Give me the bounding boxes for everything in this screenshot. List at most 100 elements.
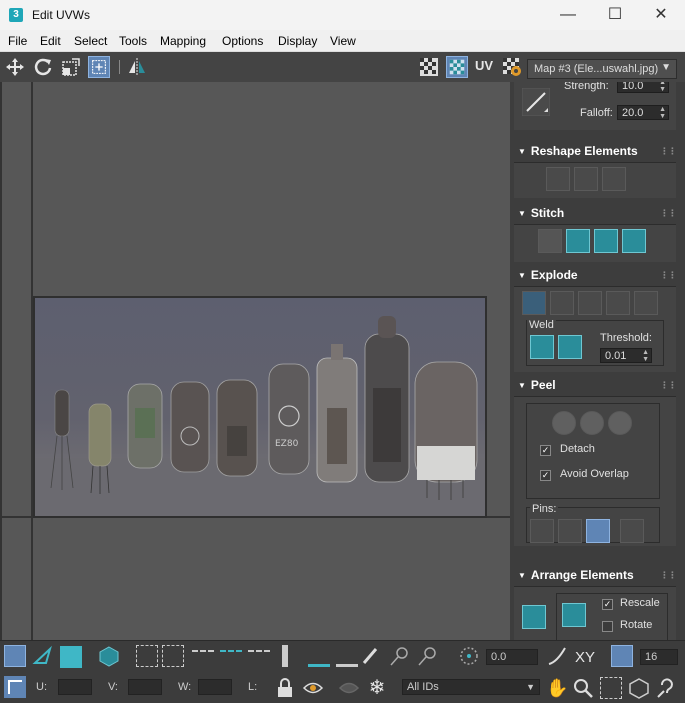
flatten-by-material-id-icon[interactable] — [634, 291, 658, 315]
scale-icon[interactable] — [60, 56, 82, 78]
peel-header[interactable]: ▼ Peel ⋮⋮ — [518, 378, 677, 398]
zoom-region-icon[interactable] — [600, 677, 622, 699]
texture-map-dropdown[interactable]: Map #3 (Ele...uswahl.jpg) ▼ — [527, 59, 677, 79]
edge-loop-icon[interactable] — [192, 650, 214, 660]
grow-selection-icon[interactable] — [136, 645, 158, 667]
angle-input[interactable]: 0.0 — [486, 649, 538, 665]
spinner-arrows-icon[interactable]: ▲ ▼ — [659, 106, 666, 120]
panel-grip-icon[interactable]: ⋮⋮ — [660, 570, 677, 581]
spinner-arrows-icon[interactable]: ▲ ▼ — [642, 349, 649, 363]
pin-selected-icon[interactable] — [530, 519, 554, 543]
freeze-icon[interactable]: ❄ — [366, 677, 388, 699]
freeform-mode-icon[interactable] — [88, 56, 110, 78]
pack-normalize-icon[interactable] — [522, 605, 546, 629]
texture-settings-icon[interactable] — [501, 56, 523, 78]
u-input[interactable] — [58, 679, 92, 695]
show-map-icon[interactable] — [446, 56, 468, 78]
break-icon[interactable] — [522, 291, 546, 315]
falloff-curve-icon[interactable] — [522, 88, 550, 116]
move-icon[interactable] — [4, 56, 26, 78]
uv-viewport[interactable]: EZ80 — [0, 82, 510, 640]
mirror-icon[interactable] — [126, 56, 148, 78]
explode-header[interactable]: ▼ Explode ⋮⋮ — [518, 268, 677, 288]
checker-map-icon[interactable] — [418, 56, 440, 78]
auto-pin-moved-icon[interactable] — [586, 519, 610, 543]
unhide-icon[interactable] — [338, 677, 360, 699]
zoom-extents-icon[interactable] — [628, 677, 650, 699]
lock-icon[interactable] — [274, 677, 296, 699]
peel-mode-icon[interactable] — [580, 411, 604, 435]
grid-snap-icon[interactable] — [611, 645, 633, 667]
weld-all-selected-icon[interactable] — [558, 335, 582, 359]
v-input[interactable] — [128, 679, 162, 695]
stitch-average-icon[interactable] — [594, 229, 618, 253]
select-pins-icon[interactable] — [620, 519, 644, 543]
flatten-by-smoothing-group-icon[interactable] — [606, 291, 630, 315]
edge-ring-icon[interactable] — [220, 650, 242, 660]
stitch-to-source-icon[interactable] — [622, 229, 646, 253]
soft-selection-icon[interactable] — [458, 645, 480, 667]
xy-coordinate-label[interactable]: XY — [575, 649, 595, 666]
panel-grip-icon[interactable]: ⋮⋮ — [660, 208, 677, 219]
arrange-elements-header[interactable]: ▼ Arrange Elements ⋮⋮ — [518, 568, 677, 588]
close-button[interactable]: ✕ — [638, 0, 684, 30]
rescale-checkbox[interactable]: ✓ — [602, 599, 613, 610]
lasso-select-alt-icon[interactable] — [416, 645, 438, 667]
quick-peel-icon[interactable] — [552, 411, 576, 435]
spinner-arrows-icon[interactable]: ▲ ▼ — [659, 82, 666, 93]
reset-peel-icon[interactable] — [608, 411, 632, 435]
maximize-button[interactable]: ☐ — [592, 0, 638, 30]
rotate-checkbox[interactable] — [602, 621, 613, 632]
falloff-type-icon[interactable] — [546, 645, 568, 667]
element-mode-icon[interactable] — [98, 645, 120, 667]
menu-options[interactable]: Options — [222, 34, 263, 48]
pan-icon[interactable]: ✋ — [546, 677, 568, 699]
menu-display[interactable]: Display — [278, 34, 317, 48]
align-vertical-icon[interactable] — [308, 645, 330, 667]
rotate-icon[interactable] — [32, 56, 54, 78]
help-icon[interactable] — [656, 677, 678, 699]
align-to-edge-icon[interactable] — [336, 645, 358, 667]
lasso-select-icon[interactable] — [388, 645, 410, 667]
menu-mapping[interactable]: Mapping — [160, 34, 206, 48]
avoid-overlap-checkbox[interactable]: ✓ — [540, 470, 551, 481]
panel-grip-icon[interactable]: ⋮⋮ — [660, 380, 677, 391]
stitch-header[interactable]: ▼ Stitch ⋮⋮ — [518, 206, 677, 226]
shrink-selection-icon[interactable] — [162, 645, 184, 667]
relax-icon[interactable] — [574, 167, 598, 191]
minimize-button[interactable]: — — [545, 0, 591, 30]
weld-selected-icon[interactable] — [530, 335, 554, 359]
menu-file[interactable]: File — [8, 34, 27, 48]
paint-select-icon[interactable] — [360, 645, 382, 667]
menu-view[interactable]: View — [330, 34, 356, 48]
transform-gizmo-icon[interactable] — [4, 676, 26, 698]
w-input[interactable] — [198, 679, 232, 695]
menu-edit[interactable]: Edit — [40, 34, 61, 48]
falloff-input[interactable]: 20.0 ▲ ▼ — [617, 105, 669, 120]
uv-label[interactable]: UV — [475, 58, 493, 73]
straighten-selection-icon[interactable] — [546, 167, 570, 191]
vertex-mode-icon[interactable] — [4, 645, 26, 667]
detach-checkbox[interactable]: ✓ — [540, 445, 551, 456]
grid-size-input[interactable]: 16 — [640, 649, 678, 665]
panel-grip-icon[interactable]: ⋮⋮ — [660, 146, 677, 157]
edge-mode-icon[interactable] — [32, 645, 54, 667]
relax-settings-icon[interactable] — [602, 167, 626, 191]
detach-edge-verts-icon[interactable] — [550, 291, 574, 315]
polygon-mode-icon[interactable] — [60, 646, 82, 668]
menu-select[interactable]: Select — [74, 34, 107, 48]
flatten-by-polygon-angle-icon[interactable] — [578, 291, 602, 315]
edge-loop-uv-icon[interactable] — [248, 650, 270, 660]
zoom-icon[interactable] — [572, 677, 594, 699]
hide-icon[interactable] — [302, 677, 324, 699]
id-filter-dropdown[interactable]: All IDs ▼ — [402, 679, 540, 695]
pack-custom-icon[interactable] — [562, 603, 586, 627]
threshold-input[interactable]: 0.01 ▲ ▼ — [600, 348, 652, 363]
align-horizontal-icon[interactable] — [282, 645, 288, 667]
strength-input[interactable]: 10.0 ▲ ▼ — [617, 82, 669, 93]
panel-grip-icon[interactable]: ⋮⋮ — [660, 270, 677, 281]
stitch-custom-icon[interactable] — [538, 229, 562, 253]
reshape-elements-header[interactable]: ▼ Reshape Elements ⋮⋮ — [518, 144, 677, 164]
menu-tools[interactable]: Tools — [119, 34, 147, 48]
stitch-to-target-icon[interactable] — [566, 229, 590, 253]
